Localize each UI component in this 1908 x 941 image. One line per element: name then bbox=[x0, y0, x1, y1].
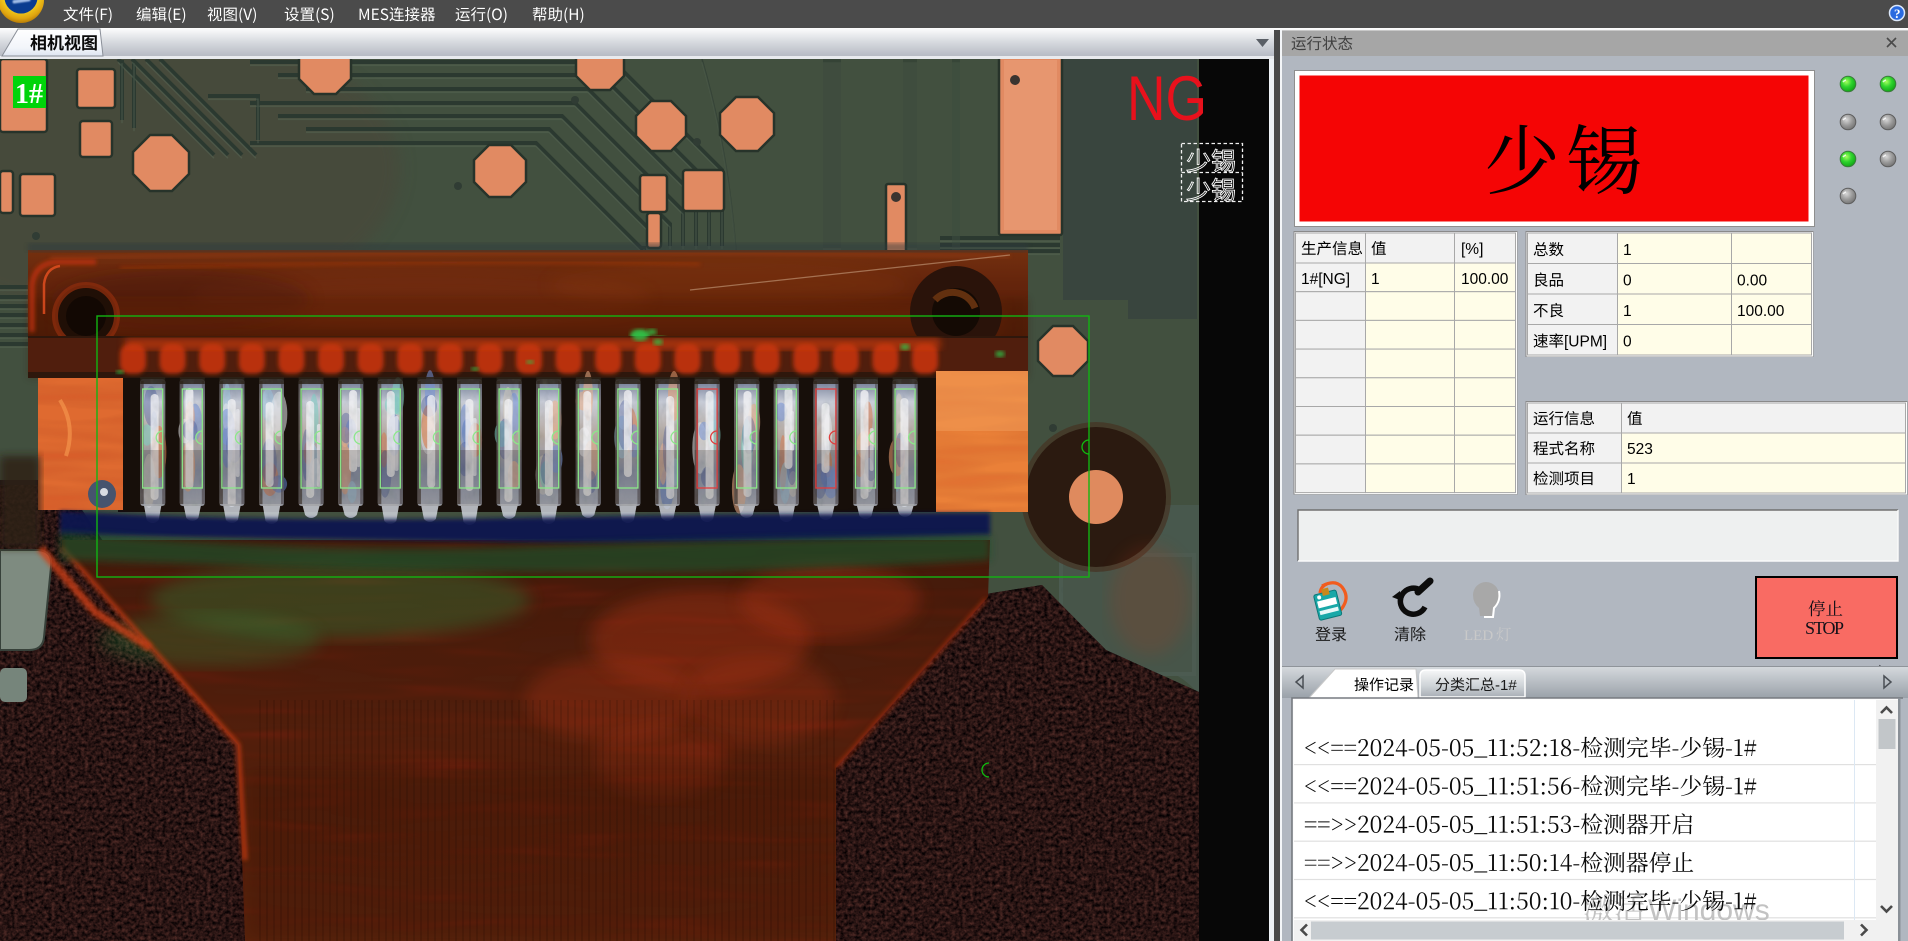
svg-text:[UPM]: [UPM] bbox=[1564, 334, 1607, 351]
svg-text:0: 0 bbox=[1623, 273, 1632, 290]
svg-text:1: 1 bbox=[1627, 471, 1636, 488]
svg-text:0: 0 bbox=[1623, 334, 1632, 351]
svg-text:1: 1 bbox=[1623, 303, 1632, 320]
svg-text:1#: 1# bbox=[15, 79, 43, 110]
svg-text:STOP: STOP bbox=[1805, 618, 1844, 638]
svg-text:-1#: -1# bbox=[1495, 677, 1517, 694]
svg-text:NG: NG bbox=[1127, 64, 1207, 134]
svg-text:?: ? bbox=[1894, 6, 1901, 21]
svg-text:100.00: 100.00 bbox=[1461, 271, 1509, 288]
svg-text:100.00: 100.00 bbox=[1737, 303, 1785, 320]
svg-text:0.00: 0.00 bbox=[1737, 273, 1768, 290]
svg-text:1: 1 bbox=[1623, 242, 1632, 259]
svg-text:LED: LED bbox=[1464, 628, 1493, 644]
svg-text:1: 1 bbox=[1371, 271, 1380, 288]
svg-text:523: 523 bbox=[1627, 441, 1653, 458]
svg-text:1#[NG]: 1#[NG] bbox=[1301, 271, 1350, 288]
svg-text:[%]: [%] bbox=[1461, 241, 1483, 258]
